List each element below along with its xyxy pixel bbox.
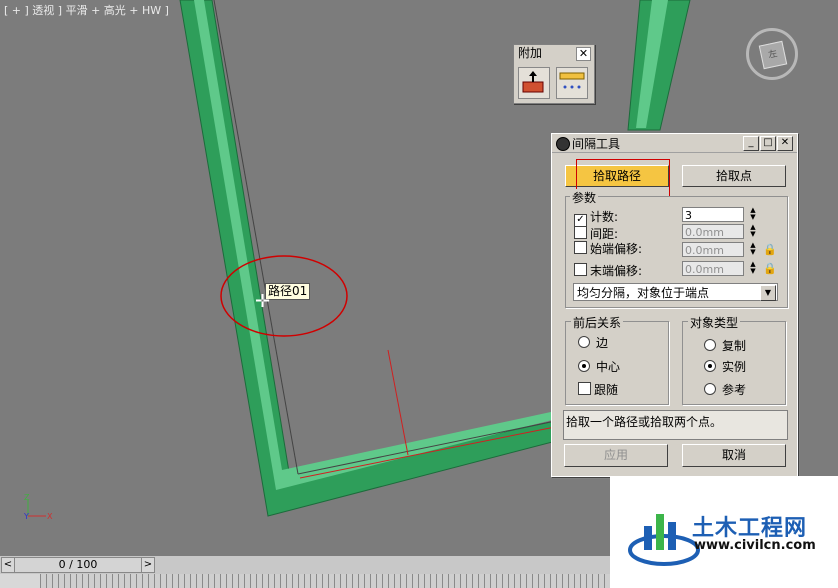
context-center-label: 中心 xyxy=(596,360,621,374)
attach-toolbar-title: 附加 xyxy=(518,46,543,60)
svg-text:Z: Z xyxy=(24,493,30,502)
prev-frame-button[interactable]: < xyxy=(1,557,15,573)
end-offset-lock-icon[interactable]: 🔒 xyxy=(763,261,777,276)
context-group-title: 前后关系 xyxy=(571,314,624,331)
count-input[interactable]: 3 xyxy=(682,207,744,222)
end-offset-input[interactable]: 0.0mm xyxy=(682,261,744,276)
context-center-option[interactable]: 中心 xyxy=(578,358,620,375)
pick-points-button[interactable]: 拾取点 xyxy=(682,165,786,187)
context-follow-label: 跟随 xyxy=(594,383,619,397)
maximize-icon[interactable]: □ xyxy=(760,136,776,151)
object-type-group-title: 对象类型 xyxy=(688,314,741,331)
watermark: 土木工程网 www.civilcn.com xyxy=(610,476,838,588)
distribution-select[interactable]: 均匀分隔，对象位于端点 ▼ xyxy=(573,283,778,301)
context-edge-radio[interactable] xyxy=(578,336,590,348)
watermark-url: www.civilcn.com xyxy=(694,538,816,553)
status-text: 拾取一个路径或拾取两个点。 xyxy=(563,410,788,440)
track-bar[interactable] xyxy=(40,574,610,588)
end-offset-checkbox[interactable] xyxy=(574,263,587,276)
dialog-titlebar[interactable]: 间隔工具 _ □ ✕ xyxy=(552,134,797,153)
cancel-button[interactable]: 取消 xyxy=(682,444,786,467)
spacing-input[interactable]: 0.0mm xyxy=(682,224,744,239)
timeline: < 0 / 100 > xyxy=(0,556,610,588)
track-bar-toggle[interactable] xyxy=(0,574,40,588)
follow-checkbox[interactable] xyxy=(578,382,591,395)
viewcube[interactable]: 左 xyxy=(746,28,798,80)
distribution-value: 均匀分隔，对象位于端点 xyxy=(577,286,710,300)
end-offset-spinner[interactable]: ▲ ▼ xyxy=(748,261,758,276)
context-follow-option[interactable]: 跟随 xyxy=(578,381,618,398)
attach-toolbar: 附加 ✕ xyxy=(513,44,595,104)
svg-text:X: X xyxy=(47,512,53,521)
chevron-down-icon[interactable]: ▼ xyxy=(760,285,776,301)
minimize-icon[interactable]: _ xyxy=(743,136,759,151)
object-copy-radio[interactable] xyxy=(704,339,716,351)
apply-button[interactable]: 应用 xyxy=(564,444,668,467)
attach-button[interactable] xyxy=(518,67,550,99)
spacing-tool-icon xyxy=(559,72,585,89)
close-icon[interactable]: ✕ xyxy=(777,136,793,151)
object-instance-radio[interactable] xyxy=(704,360,716,372)
object-reference-option[interactable]: 参考 xyxy=(704,381,746,398)
start-offset-label: 始端偏移: xyxy=(590,242,643,256)
time-slider[interactable]: 0 / 100 xyxy=(14,557,142,573)
viewport-label[interactable]: [ + ] 透视 ] 平滑 + 高光 + HW ] xyxy=(4,2,169,18)
object-copy-label: 复制 xyxy=(722,339,747,353)
start-offset-spinner[interactable]: ▲ ▼ xyxy=(748,242,758,257)
context-center-radio[interactable] xyxy=(578,360,590,372)
app-icon xyxy=(556,137,570,151)
pick-cursor-icon: ✛ xyxy=(255,291,271,312)
context-edge-option[interactable]: 边 xyxy=(578,334,608,351)
count-label: 计数: xyxy=(590,210,619,224)
count-spinner[interactable]: ▲ ▼ xyxy=(748,207,758,222)
next-frame-button[interactable]: > xyxy=(141,557,155,573)
spacing-label: 间距: xyxy=(590,227,619,241)
attach-icon xyxy=(522,71,544,93)
end-offset-label: 末端偏移: xyxy=(590,264,643,278)
close-icon[interactable]: ✕ xyxy=(576,47,591,61)
context-edge-label: 边 xyxy=(596,336,609,350)
object-copy-option[interactable]: 复制 xyxy=(704,337,746,354)
start-offset-checkbox-row[interactable]: 始端偏移: xyxy=(574,240,642,257)
object-reference-radio[interactable] xyxy=(704,383,716,395)
start-offset-input[interactable]: 0.0mm xyxy=(682,242,744,257)
start-offset-lock-icon[interactable]: 🔒 xyxy=(763,242,777,257)
spacing-spinner[interactable]: ▲ ▼ xyxy=(748,224,758,239)
object-instance-option[interactable]: 实例 xyxy=(704,358,746,375)
start-offset-checkbox[interactable] xyxy=(574,241,587,254)
end-offset-checkbox-row[interactable]: 末端偏移: xyxy=(574,262,642,279)
params-group-title: 参数 xyxy=(570,189,599,206)
svg-text:Y: Y xyxy=(23,512,29,521)
object-instance-label: 实例 xyxy=(722,360,747,374)
viewcube-face[interactable]: 左 xyxy=(758,40,788,70)
dialog-title: 间隔工具 xyxy=(572,137,621,151)
attach-toolbar-header[interactable]: 附加 ✕ xyxy=(514,45,594,62)
spacing-tool-button[interactable] xyxy=(556,67,588,99)
object-reference-label: 参考 xyxy=(722,383,747,397)
spacing-checkbox[interactable] xyxy=(574,226,587,239)
